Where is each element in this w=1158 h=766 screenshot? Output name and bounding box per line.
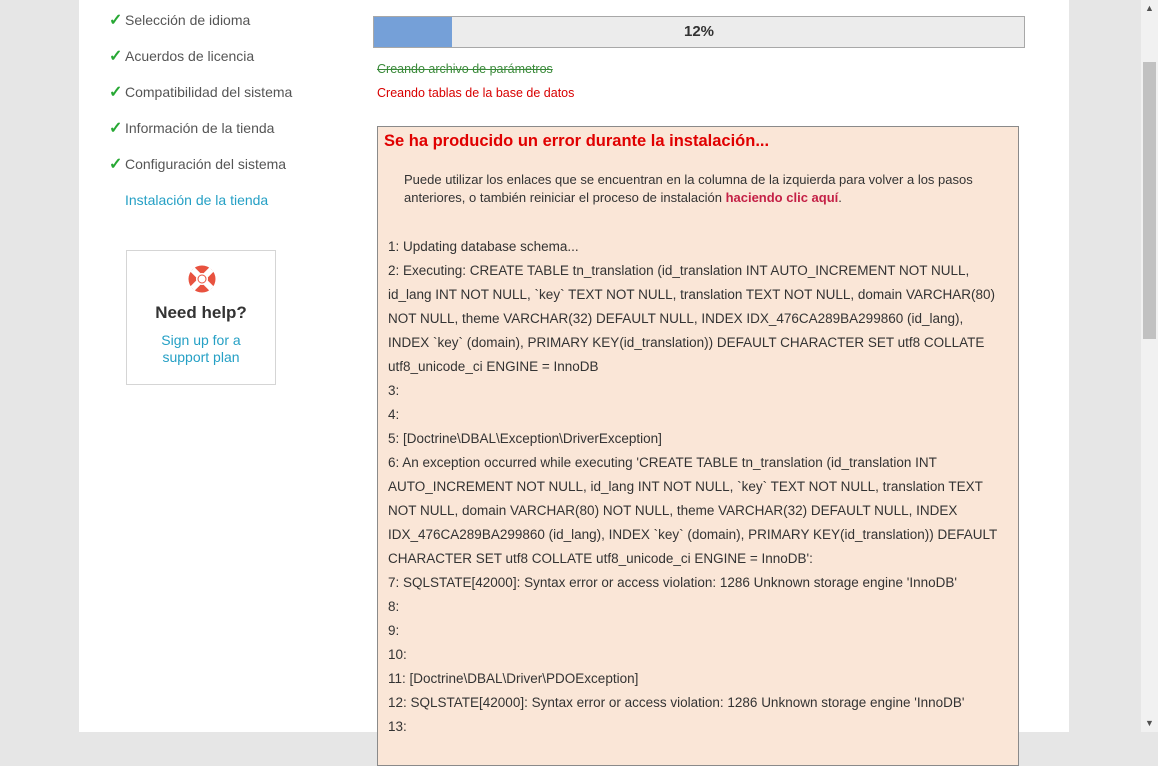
error-message: Puede utilizar los enlaces que se encuen… xyxy=(404,171,994,207)
step-store-install: ✓Instalación de la tienda xyxy=(109,189,268,211)
scroll-up-arrow-icon[interactable]: ▲ xyxy=(1141,0,1158,17)
checkmark-icon: ✓ xyxy=(109,156,123,173)
page-scrollbar[interactable]: ▲ ▼ xyxy=(1141,0,1158,732)
log-line: 1: Updating database schema... xyxy=(388,239,579,254)
checkmark-icon: ✓ xyxy=(109,120,123,137)
step-label: Instalación de la tienda xyxy=(125,192,269,208)
step-label: Selección de idioma xyxy=(125,12,251,28)
error-message-text: Puede utilizar los enlaces que se encuen… xyxy=(404,172,973,205)
log-line: 13: xyxy=(388,719,407,734)
support-link-line: Sign up for a xyxy=(161,332,241,348)
error-box: Se ha producido un error durante la inst… xyxy=(377,126,1019,766)
installer-page: ✓ Selección de idioma ✓ Acuerdos de licenc… xyxy=(79,0,1069,766)
log-line: 7: SQLSTATE[42000]: Syntax error or acce… xyxy=(388,575,957,590)
task-completed: Creando archivo de parámetros xyxy=(377,62,553,76)
log-line: 2: Executing: CREATE TABLE tn_translatio… xyxy=(388,263,995,374)
restart-install-link[interactable]: haciendo clic aquí xyxy=(726,190,839,205)
lifebuoy-icon xyxy=(188,265,216,293)
log-line: 5: [Doctrine\DBAL\Exception\DriverExcept… xyxy=(388,431,662,446)
step-label: Acuerdos de licencia xyxy=(125,48,255,64)
help-title: Need help? xyxy=(155,303,247,322)
support-plan-link[interactable]: Sign up for a support plan xyxy=(127,332,275,366)
scroll-thumb[interactable] xyxy=(1143,62,1156,339)
step-system-config[interactable]: ✓ Configuración del sistema xyxy=(109,153,286,175)
error-title: Se ha producido un error durante la inst… xyxy=(384,132,770,150)
support-link-line: support plan xyxy=(162,349,240,365)
checkmark-icon: ✓ xyxy=(109,84,123,101)
help-box: Need help? Sign up for a support plan xyxy=(126,250,276,385)
progress-percent: 12% xyxy=(683,23,715,40)
step-label: Configuración del sistema xyxy=(125,156,287,172)
log-line: 3: xyxy=(388,383,400,398)
step-compatibility[interactable]: ✓ Compatibilidad del sistema xyxy=(109,81,292,103)
log-line: 8: xyxy=(388,599,400,614)
step-store-info[interactable]: ✓ Información de la tienda xyxy=(109,117,274,139)
step-label: Información de la tienda xyxy=(125,120,275,136)
checkmark-icon: ✓ xyxy=(109,12,123,29)
log-line: 11: [Doctrine\DBAL\Driver\PDOException] xyxy=(388,671,639,686)
log-line: 4: xyxy=(388,407,400,422)
task-running: Creando tablas de la base de datos xyxy=(377,86,575,100)
log-line: 6: An exception occurred while executing… xyxy=(388,455,998,566)
step-label: Compatibilidad del sistema xyxy=(125,84,293,100)
log-line: 10: xyxy=(388,647,407,662)
error-log: 1: Updating database schema... 2: Execut… xyxy=(388,235,1008,739)
step-license[interactable]: ✓ Acuerdos de licencia xyxy=(109,45,254,67)
log-line: 9: xyxy=(388,623,400,638)
scroll-down-arrow-icon[interactable]: ▼ xyxy=(1141,715,1158,732)
log-line: 12: SQLSTATE[42000]: Syntax error or acc… xyxy=(388,695,965,710)
step-language[interactable]: ✓ Selección de idioma xyxy=(109,9,250,31)
error-message-end: . xyxy=(838,190,842,205)
install-progress-bar: 12% xyxy=(373,16,1025,48)
checkmark-icon: ✓ xyxy=(109,48,123,65)
